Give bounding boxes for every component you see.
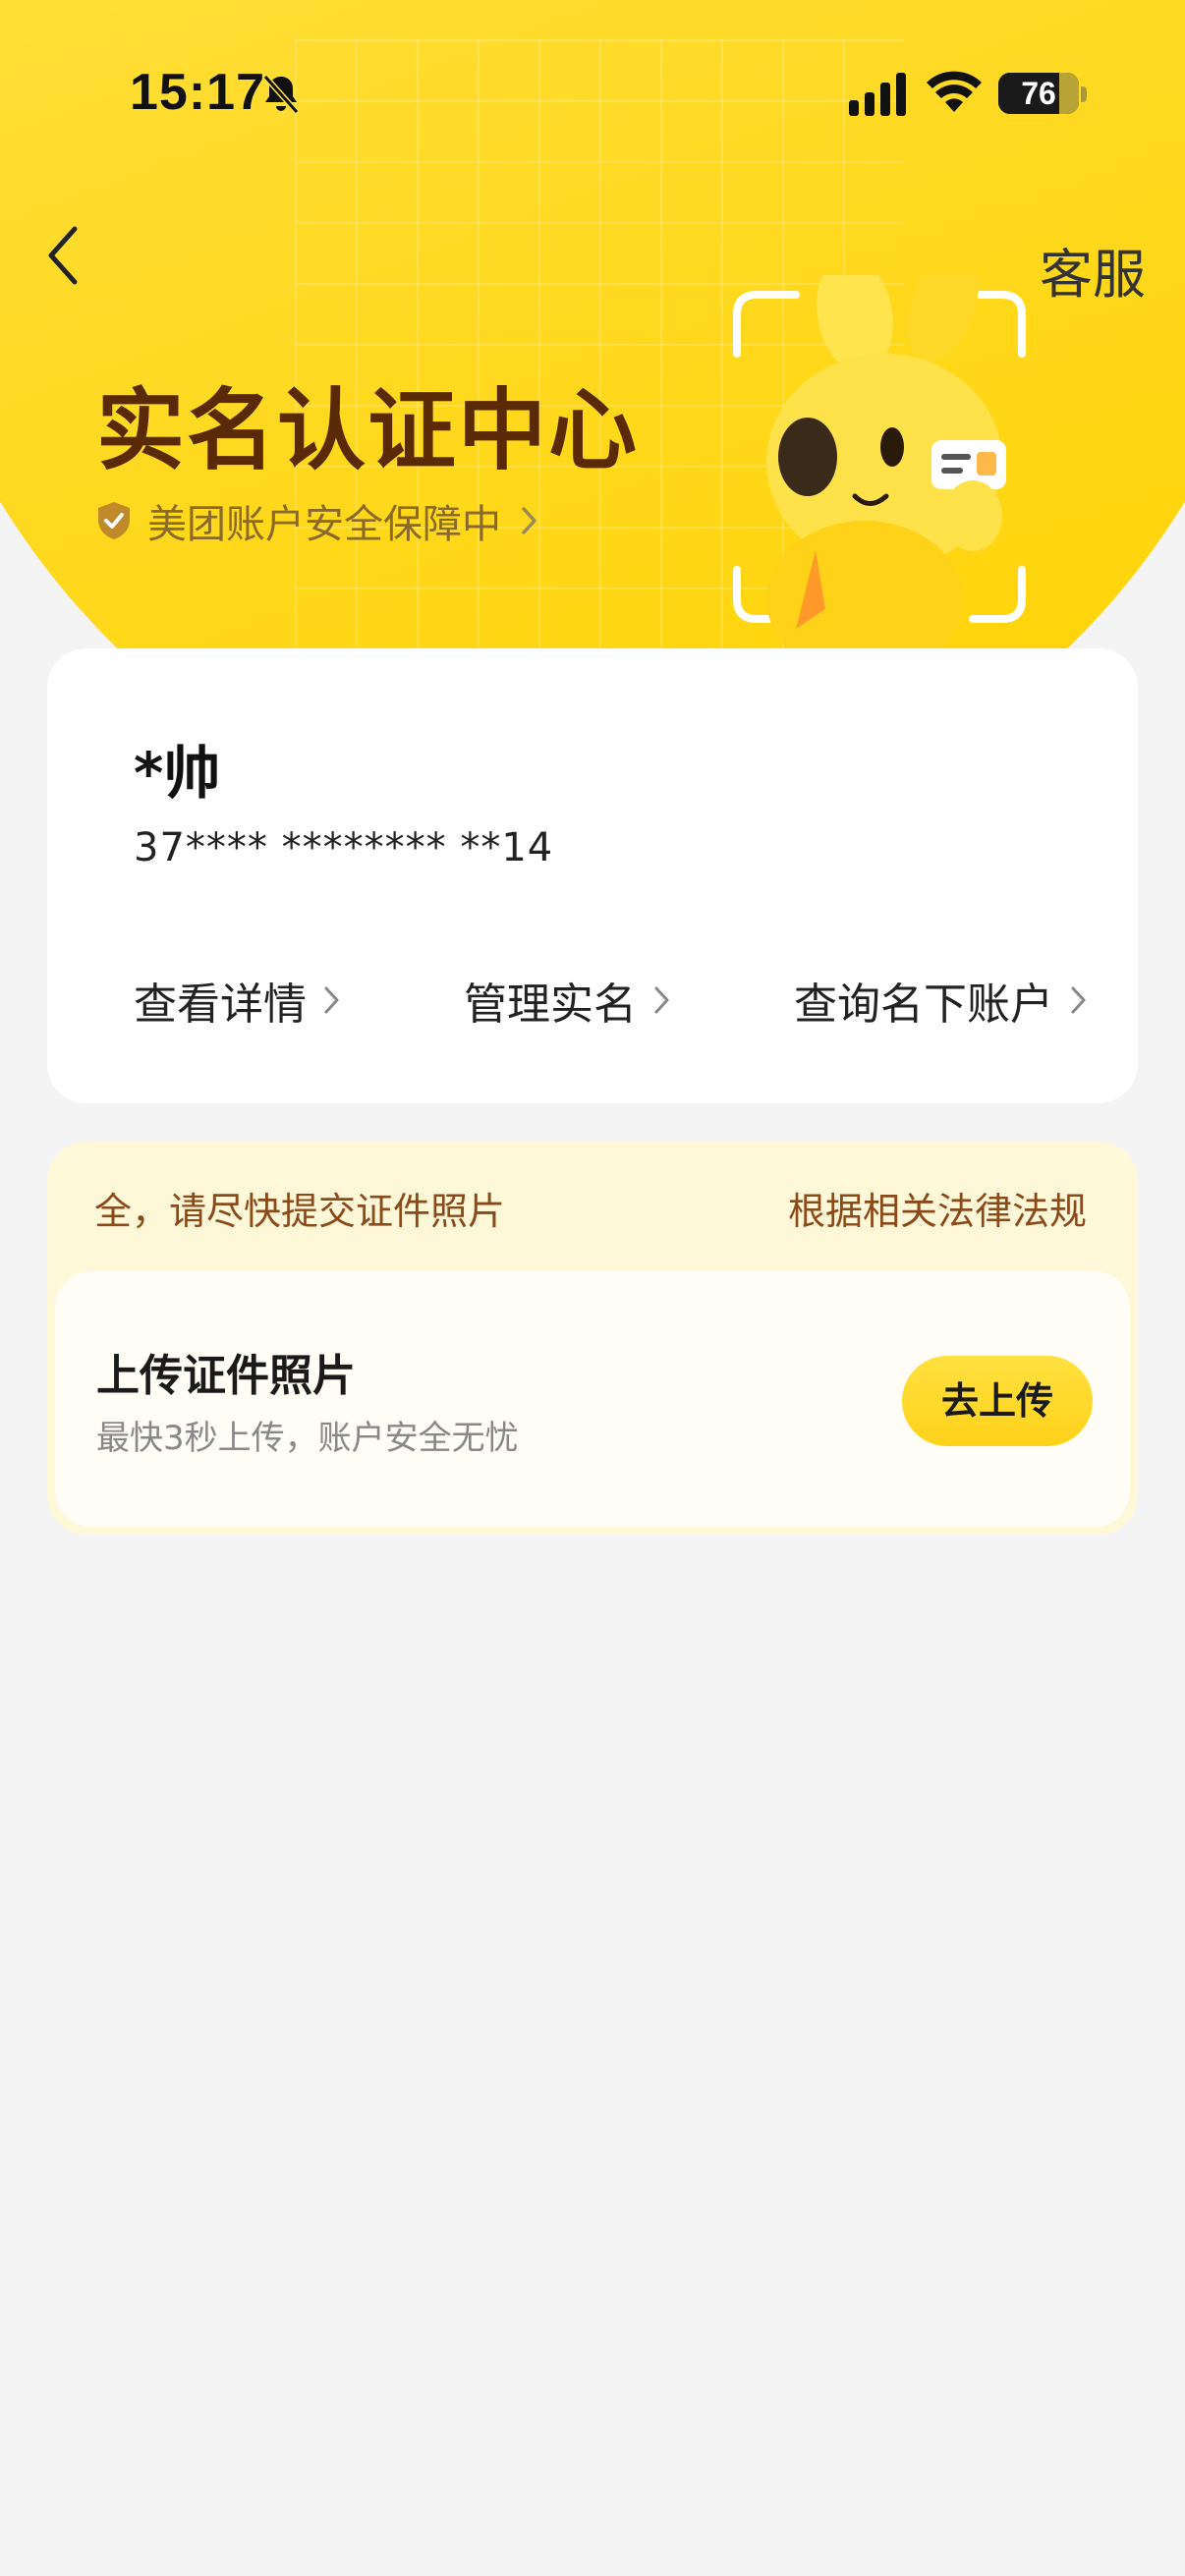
- security-status-text: 美团账户安全保障中: [147, 502, 501, 547]
- customer-service-link[interactable]: 客服: [1040, 231, 1146, 308]
- mascot-illustration: [733, 275, 1026, 648]
- go-upload-button[interactable]: 去上传: [902, 1356, 1093, 1446]
- upload-title: 上传证件照片: [96, 1351, 356, 1401]
- chevron-right-icon: [522, 507, 536, 534]
- shield-check-icon: [98, 502, 130, 539]
- verified-name: *帅: [134, 740, 221, 807]
- wifi-icon: [927, 71, 982, 112]
- status-bar: 15:17 76: [0, 0, 1185, 187]
- identity-card: *帅 37**** ******** **14 查看详情 管理实名 查询名下账户: [47, 648, 1138, 1103]
- view-details-link[interactable]: 查看详情: [134, 969, 342, 1032]
- back-button[interactable]: [39, 221, 88, 290]
- battery-nub: [1081, 86, 1087, 102]
- security-status-link[interactable]: 美团账户安全保障中: [96, 491, 540, 550]
- status-time: 15:17: [130, 64, 265, 121]
- chevron-right-icon: [654, 986, 669, 1014]
- battery-indicator: 76: [998, 73, 1079, 114]
- manage-verification-link[interactable]: 管理实名: [464, 969, 672, 1032]
- masked-id-number: 37**** ******** **14: [134, 825, 554, 870]
- view-details-label: 查看详情: [134, 980, 307, 1030]
- battery-percentage: 76: [1021, 76, 1056, 111]
- chevron-right-icon: [1071, 986, 1086, 1014]
- upload-panel: 上传证件照片 最快3秒上传，账户安全无忧 去上传: [55, 1271, 1130, 1527]
- notice-text-right: 根据相关法律法规: [787, 1190, 1087, 1233]
- query-accounts-link[interactable]: 查询名下账户: [794, 969, 1089, 1032]
- scrolling-notice: 全，请尽快提交证件照片 根据相关法律法规: [47, 1142, 1138, 1269]
- cellular-signal-icon: [849, 73, 906, 116]
- upload-card: 全，请尽快提交证件照片 根据相关法律法规 上传证件照片 最快3秒上传，账户安全无…: [47, 1142, 1138, 1535]
- upload-subtitle: 最快3秒上传，账户安全无忧: [96, 1419, 519, 1458]
- page-title: 实名认证中心: [96, 379, 639, 482]
- notice-text-left: 全，请尽快提交证件照片: [94, 1190, 506, 1233]
- bell-off-icon: [262, 75, 300, 114]
- identity-actions: 查看详情 管理实名 查询名下账户: [134, 961, 1089, 1039]
- query-accounts-label: 查询名下账户: [794, 980, 1053, 1030]
- chevron-right-icon: [324, 986, 339, 1014]
- manage-verification-label: 管理实名: [464, 980, 637, 1030]
